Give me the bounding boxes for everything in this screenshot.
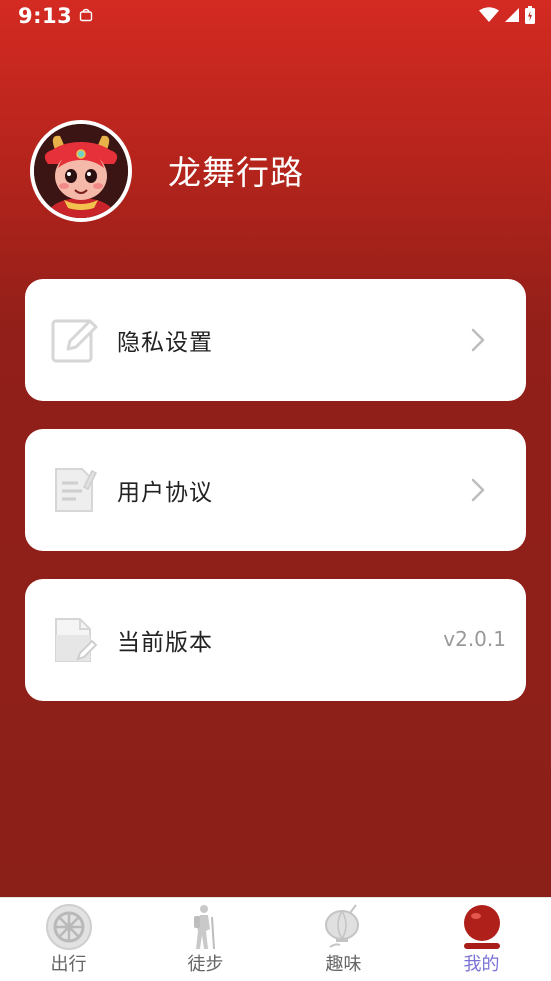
status-icons (479, 6, 535, 24)
status-bar: 9:13 (0, 0, 551, 34)
profile-ball-icon (463, 905, 500, 949)
battery-icon (525, 6, 535, 24)
chevron-right-icon (471, 478, 485, 502)
notification-bag-icon (79, 8, 93, 22)
hiker-icon (193, 905, 215, 950)
dragon-avatar-icon (34, 124, 128, 218)
user-agreement-label: 用户协议 (117, 480, 213, 506)
wheel-icon (45, 904, 92, 950)
nav-tab-hiking[interactable]: 徒步 (137, 898, 274, 981)
nav-tab-travel[interactable]: 出行 (0, 898, 137, 981)
nav-tab-mine[interactable]: 我的 (413, 898, 550, 981)
privacy-settings-label: 隐私设置 (117, 330, 213, 356)
edit-icon (51, 319, 98, 363)
profile-name: 龙舞行路 (168, 153, 304, 192)
document-icon (55, 468, 98, 512)
nav-tab-fun[interactable]: 趣味 (275, 898, 412, 981)
wifi-icon (479, 7, 499, 22)
avatar[interactable] (30, 120, 132, 222)
user-agreement-card[interactable]: 用户协议 (25, 429, 526, 551)
status-time: 9:13 (18, 4, 73, 28)
nav-label-fun: 趣味 (325, 954, 362, 975)
chevron-right-icon (471, 328, 485, 352)
signal-icon (505, 8, 519, 22)
file-icon (55, 618, 98, 662)
current-version-label: 当前版本 (117, 630, 213, 656)
bottom-nav: 出行 徒步 趣味 我的 (0, 897, 551, 981)
nav-label-travel: 出行 (50, 954, 87, 975)
version-value: v2.0.1 (443, 627, 506, 651)
privacy-settings-card[interactable]: 隐私设置 (25, 279, 526, 401)
lantern-icon (324, 904, 359, 948)
nav-label-mine: 我的 (463, 954, 500, 975)
nav-label-hiking: 徒步 (187, 954, 224, 975)
current-version-card[interactable]: 当前版本 v2.0.1 (25, 579, 526, 701)
